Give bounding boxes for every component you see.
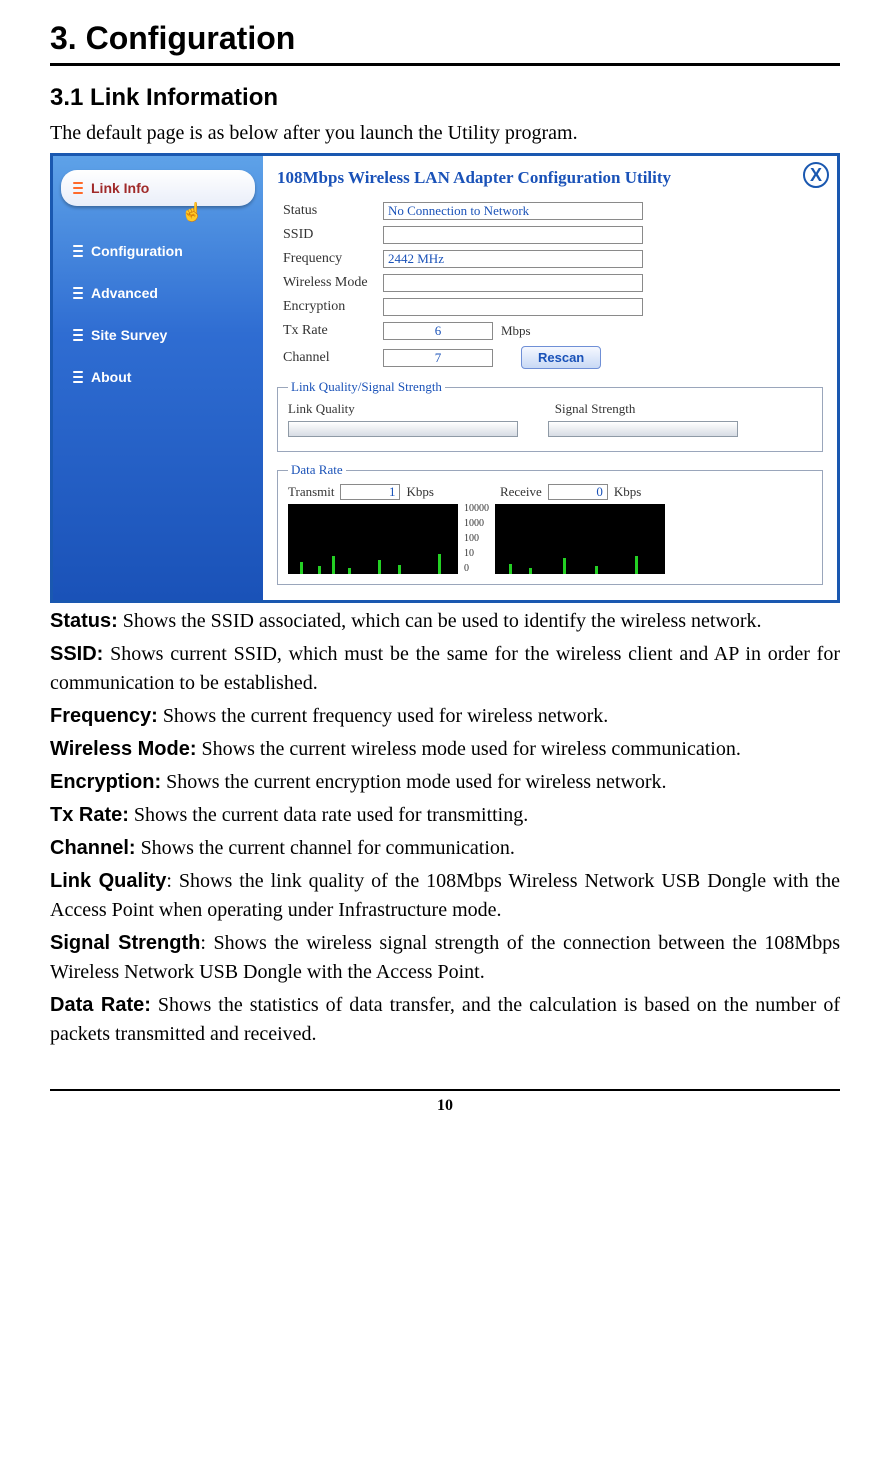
label-transmit: Transmit: [288, 484, 334, 500]
tab-about[interactable]: About: [61, 359, 255, 395]
definition-item: Channel: Shows the current channel for c…: [50, 834, 840, 863]
heading-configuration: 3. Configuration: [50, 20, 840, 57]
field-tx-rate: 6: [383, 322, 493, 340]
definition-term: Wireless Mode:: [50, 738, 197, 760]
label-signal-strength: Signal Strength: [555, 401, 636, 417]
window-title: 108Mbps Wireless LAN Adapter Configurati…: [277, 168, 827, 188]
intro-text: The default page is as below after you l…: [50, 122, 840, 145]
definition-term: Encryption:: [50, 771, 161, 793]
bars-icon: [73, 287, 83, 299]
sidebar: Link Info ☝ Configuration Advanced Site …: [53, 156, 263, 600]
field-ssid: [383, 226, 643, 244]
label-channel: Channel: [283, 350, 383, 366]
definition-term: Signal Strength: [50, 932, 200, 954]
tab-label: Site Survey: [91, 327, 167, 343]
definition-term: SSID:: [50, 643, 103, 665]
bars-icon: [73, 371, 83, 383]
definition-item: Frequency: Shows the current frequency u…: [50, 702, 840, 731]
field-wireless-mode: [383, 274, 643, 292]
label-frequency: Frequency: [283, 251, 383, 267]
bar-signal-strength: [548, 421, 738, 437]
field-encryption: [383, 298, 643, 316]
tab-configuration[interactable]: Configuration: [61, 233, 255, 269]
utility-window: Link Info ☝ Configuration Advanced Site …: [50, 153, 840, 603]
tab-label: Advanced: [91, 285, 158, 301]
definition-item: Data Rate: Shows the statistics of data …: [50, 991, 840, 1049]
label-tx-rate: Tx Rate: [283, 323, 383, 339]
group-data-rate: Data Rate Transmit 1 Kbps Receive 0 Kbps: [277, 462, 823, 585]
tab-label: Link Info: [91, 180, 149, 196]
button-rescan[interactable]: Rescan: [521, 346, 601, 369]
label-wireless-mode: Wireless Mode: [283, 275, 383, 291]
definition-term: Tx Rate:: [50, 804, 129, 826]
bars-icon: [73, 329, 83, 341]
unit-kbps: Kbps: [406, 484, 433, 500]
definition-item: Tx Rate: Shows the current data rate use…: [50, 801, 840, 830]
definition-item: Link Quality: Shows the link quality of …: [50, 867, 840, 925]
title-rule: [50, 63, 840, 66]
definition-term: Data Rate:: [50, 994, 151, 1016]
label-ssid: SSID: [283, 227, 383, 243]
status-form: Status No Connection to Network SSID Fre…: [273, 202, 827, 369]
bars-icon: [73, 245, 83, 257]
unit-mbps: Mbps: [501, 323, 531, 339]
page-number: 10: [50, 1091, 840, 1115]
bar-link-quality: [288, 421, 518, 437]
unit-kbps: Kbps: [614, 484, 641, 500]
tab-label: About: [91, 369, 131, 385]
graph-transmit: [288, 504, 458, 574]
definition-item: Status: Shows the SSID associated, which…: [50, 607, 840, 636]
group-link-quality: Link Quality/Signal Strength Link Qualit…: [277, 379, 823, 452]
legend-data-rate: Data Rate: [288, 462, 346, 478]
definition-term: Channel:: [50, 837, 136, 859]
definition-item: SSID: Shows current SSID, which must be …: [50, 640, 840, 698]
content-panel: X 108Mbps Wireless LAN Adapter Configura…: [263, 156, 837, 600]
definitions: Status: Shows the SSID associated, which…: [50, 607, 840, 1049]
label-encryption: Encryption: [283, 299, 383, 315]
heading-link-info: 3.1 Link Information: [50, 84, 840, 112]
label-receive: Receive: [500, 484, 542, 500]
field-receive: 0: [548, 484, 608, 500]
tab-advanced[interactable]: Advanced: [61, 275, 255, 311]
graph-receive: [495, 504, 665, 574]
field-status: No Connection to Network: [383, 202, 643, 220]
definition-term: Frequency:: [50, 705, 158, 727]
definition-term: Link Quality: [50, 870, 166, 892]
tab-site-survey[interactable]: Site Survey: [61, 317, 255, 353]
definition-item: Wireless Mode: Shows the current wireles…: [50, 735, 840, 764]
field-frequency: 2442 MHz: [383, 250, 643, 268]
bars-icon: [73, 182, 83, 194]
legend-link-quality: Link Quality/Signal Strength: [288, 379, 445, 395]
close-icon[interactable]: X: [803, 162, 829, 188]
graph-scale: 10000 1000 100 10 0: [464, 504, 489, 574]
field-channel: 7: [383, 349, 493, 367]
definition-term: Status:: [50, 610, 118, 632]
definition-item: Signal Strength: Shows the wireless sign…: [50, 929, 840, 987]
tab-link-info[interactable]: Link Info: [61, 170, 255, 206]
label-status: Status: [283, 203, 383, 219]
tab-label: Configuration: [91, 243, 183, 259]
field-transmit: 1: [340, 484, 400, 500]
definition-item: Encryption: Shows the current encryption…: [50, 768, 840, 797]
label-link-quality: Link Quality: [288, 401, 355, 417]
